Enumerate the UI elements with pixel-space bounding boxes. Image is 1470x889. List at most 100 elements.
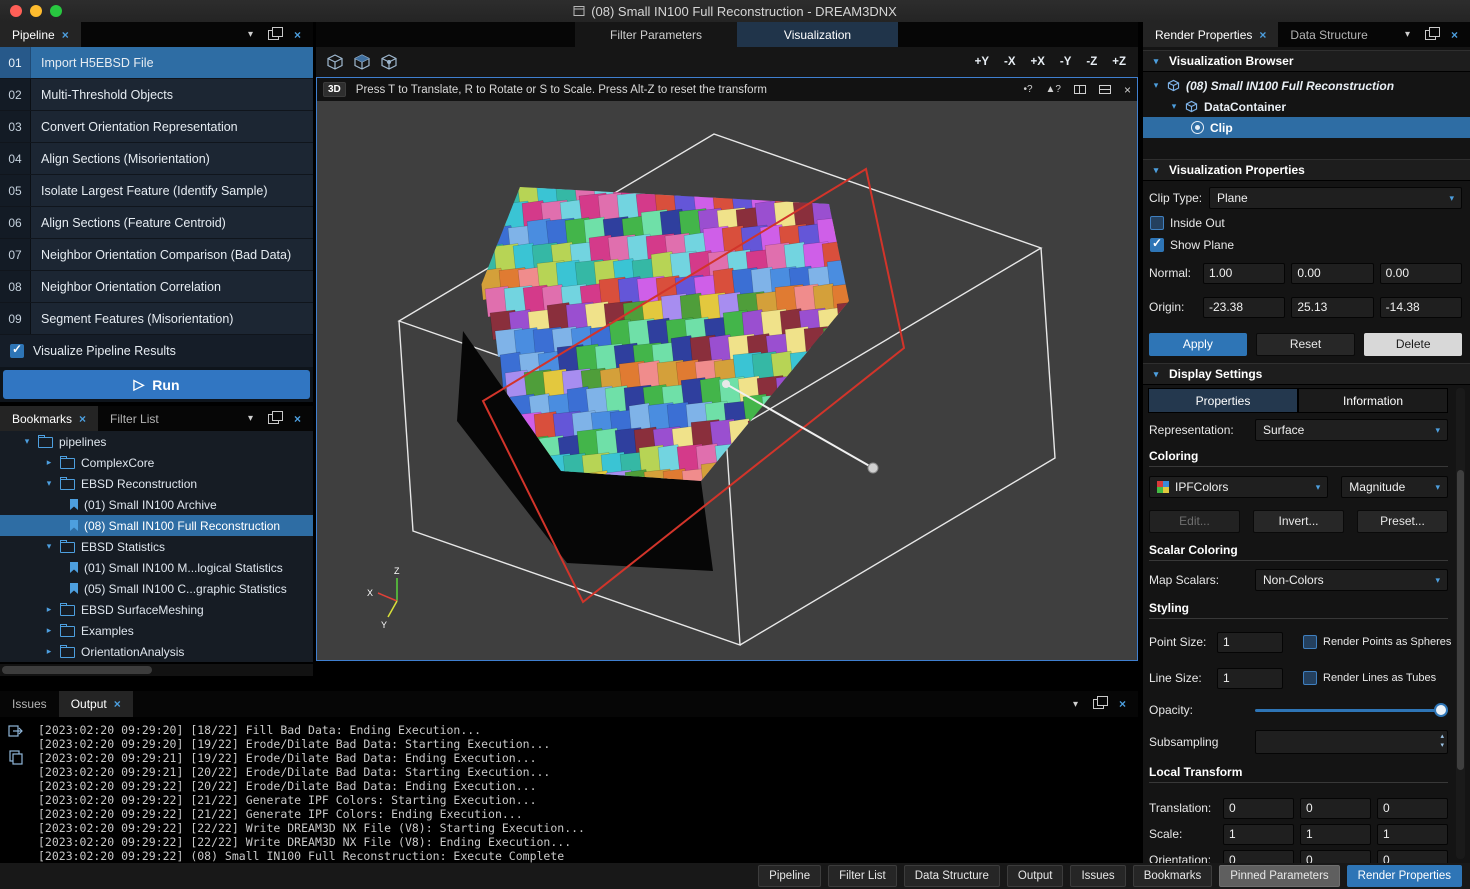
chevron-down-icon[interactable]: ▾ [22, 436, 32, 447]
pipeline-filter-row[interactable]: 02 Multi-Threshold Objects [0, 79, 313, 111]
plane-normal-handle[interactable] [868, 463, 878, 473]
tree-item-ebsd-reconstruction[interactable]: ▾ EBSD Reconstruction [0, 473, 313, 494]
tree-item-morphological-statistics[interactable]: (01) Small IN100 M...logical Statistics [0, 557, 313, 578]
visualize-results-checkbox[interactable] [10, 344, 24, 358]
clip-type-dropdown[interactable]: Plane ▾ [1209, 187, 1462, 209]
close-tab-icon[interactable]: × [79, 413, 86, 425]
visibility-eye-icon[interactable] [1191, 121, 1204, 134]
tree-item-crystallographic-statistics[interactable]: (05) Small IN100 C...graphic Statistics [0, 578, 313, 599]
tree-item-pipelines[interactable]: ▾ pipelines [0, 431, 313, 452]
panel-menu-caret-icon[interactable]: ▾ [248, 29, 253, 40]
plane-origin-handle[interactable] [722, 380, 730, 388]
orientation-x-field[interactable] [1223, 850, 1294, 864]
panel-menu-caret-icon[interactable]: ▾ [1073, 699, 1078, 710]
axis-minus-y-button[interactable]: -Y [1060, 56, 1072, 68]
export-log-icon[interactable] [8, 723, 24, 739]
close-tab-icon[interactable]: × [1259, 29, 1266, 41]
coloring-array-dropdown[interactable]: IPFColors ▾ [1149, 476, 1328, 498]
close-window-button[interactable] [10, 5, 22, 17]
tab-render-properties[interactable]: Render Properties × [1143, 22, 1278, 47]
split-horizontal-icon[interactable] [1074, 85, 1086, 94]
tree-item-small-in100-archive[interactable]: (01) Small IN100 Archive [0, 494, 313, 515]
delete-button[interactable]: Delete [1364, 333, 1462, 356]
tab-filter-parameters[interactable]: Filter Parameters [575, 22, 737, 47]
split-vertical-icon[interactable] [1099, 85, 1111, 94]
edit-colors-button[interactable]: Edit... [1149, 510, 1240, 533]
browser-item-root[interactable]: ▾ (08) Small IN100 Full Reconstruction [1143, 75, 1470, 96]
orientation-z-field[interactable] [1377, 850, 1448, 864]
close-panel-icon[interactable]: × [294, 29, 301, 41]
chevron-right-icon[interactable]: ▸ [44, 604, 54, 615]
scale-y-field[interactable] [1300, 824, 1371, 845]
representation-dropdown[interactable]: Surface ▾ [1255, 419, 1448, 441]
float-panel-icon[interactable] [268, 30, 279, 40]
tab-output[interactable]: Output × [59, 691, 133, 717]
tab-issues[interactable]: Issues [0, 691, 59, 717]
statusbar-data-structure-button[interactable]: Data Structure [904, 865, 1000, 887]
zoom-window-button[interactable] [50, 5, 62, 17]
statusbar-issues-button[interactable]: Issues [1070, 865, 1125, 887]
spin-down-icon[interactable]: ▾ [1440, 741, 1444, 750]
tree-item-ebsd-surfacemeshing[interactable]: ▸ EBSD SurfaceMeshing [0, 599, 313, 620]
statusbar-output-button[interactable]: Output [1007, 865, 1064, 887]
axis-plus-z-button[interactable]: +Z [1112, 56, 1126, 68]
invert-colors-button[interactable]: Invert... [1253, 510, 1344, 533]
tab-data-structure[interactable]: Data Structure [1278, 22, 1379, 47]
chevron-down-icon[interactable]: ▾ [1151, 369, 1161, 380]
origin-y-field[interactable] [1291, 297, 1373, 318]
tree-item-examples[interactable]: ▸ Examples [0, 620, 313, 641]
slider-handle[interactable] [1434, 703, 1448, 717]
transform-help-icon[interactable]: ▲? [1046, 84, 1061, 95]
origin-z-field[interactable] [1380, 297, 1462, 318]
right-panel-scrollbar[interactable] [1456, 388, 1465, 859]
pipeline-filter-row[interactable]: 09 Segment Features (Misorientation) [0, 303, 313, 335]
bookmarks-horizontal-scrollbar[interactable] [0, 664, 313, 676]
3d-viewport[interactable]: Z X Y [317, 101, 1137, 660]
visualization-browser-header[interactable]: ▾ Visualization Browser [1143, 50, 1470, 72]
reset-button[interactable]: Reset [1256, 333, 1356, 356]
tab-display-information[interactable]: Information [1298, 388, 1448, 413]
point-size-field[interactable] [1217, 632, 1283, 653]
show-plane-checkbox[interactable] [1150, 238, 1164, 252]
translation-z-field[interactable] [1377, 798, 1448, 819]
plane-normal-arrow[interactable] [726, 384, 873, 468]
close-tab-icon[interactable]: × [114, 698, 121, 710]
coloring-component-dropdown[interactable]: Magnitude ▾ [1341, 476, 1448, 498]
statusbar-bookmarks-button[interactable]: Bookmarks [1133, 865, 1213, 887]
chevron-down-icon[interactable]: ▾ [44, 541, 54, 552]
statusbar-render-properties-button[interactable]: Render Properties [1347, 865, 1462, 887]
pipeline-filter-row[interactable]: 08 Neighbor Orientation Correlation [0, 271, 313, 303]
lines-as-tubes-checkbox[interactable] [1303, 671, 1317, 685]
scale-x-field[interactable] [1223, 824, 1294, 845]
axis-minus-x-button[interactable]: -X [1004, 56, 1016, 68]
origin-x-field[interactable] [1203, 297, 1285, 318]
spin-up-icon[interactable]: ▴ [1440, 732, 1444, 741]
normal-z-field[interactable] [1380, 263, 1462, 284]
pick-help-icon[interactable]: •? [1023, 84, 1032, 95]
chevron-down-icon[interactable]: ▾ [1151, 80, 1161, 91]
chevron-right-icon[interactable]: ▸ [44, 457, 54, 468]
display-settings-header[interactable]: ▾ Display Settings [1143, 363, 1470, 385]
statusbar-filter-list-button[interactable]: Filter List [828, 865, 897, 887]
statusbar-pipeline-button[interactable]: Pipeline [758, 865, 821, 887]
pipeline-filter-row[interactable]: 03 Convert Orientation Representation [0, 111, 313, 143]
chevron-down-icon[interactable]: ▾ [1151, 165, 1161, 176]
axis-minus-z-button[interactable]: -Z [1086, 56, 1097, 68]
view-mode-badge[interactable]: 3D [323, 82, 346, 97]
chevron-down-icon[interactable]: ▾ [1169, 101, 1179, 112]
inside-out-checkbox[interactable] [1150, 216, 1164, 230]
pipeline-filter-row[interactable]: 06 Align Sections (Feature Centroid) [0, 207, 313, 239]
browser-item-datacontainer[interactable]: ▾ DataContainer [1143, 96, 1470, 117]
tab-display-properties[interactable]: Properties [1148, 388, 1298, 413]
axis-plus-y-button[interactable]: +Y [975, 56, 989, 68]
run-pipeline-button[interactable]: ▷ Run [3, 370, 310, 399]
scrollbar-thumb[interactable] [1457, 470, 1464, 770]
points-as-spheres-checkbox[interactable] [1303, 635, 1317, 649]
float-panel-icon[interactable] [268, 414, 279, 424]
pipeline-filter-row[interactable]: 07 Neighbor Orientation Comparison (Bad … [0, 239, 313, 271]
panel-menu-caret-icon[interactable]: ▾ [1405, 29, 1410, 40]
close-panel-icon[interactable]: × [294, 413, 301, 425]
chevron-right-icon[interactable]: ▸ [44, 646, 54, 657]
opacity-slider[interactable] [1255, 700, 1448, 720]
close-tab-icon[interactable]: × [62, 29, 69, 41]
